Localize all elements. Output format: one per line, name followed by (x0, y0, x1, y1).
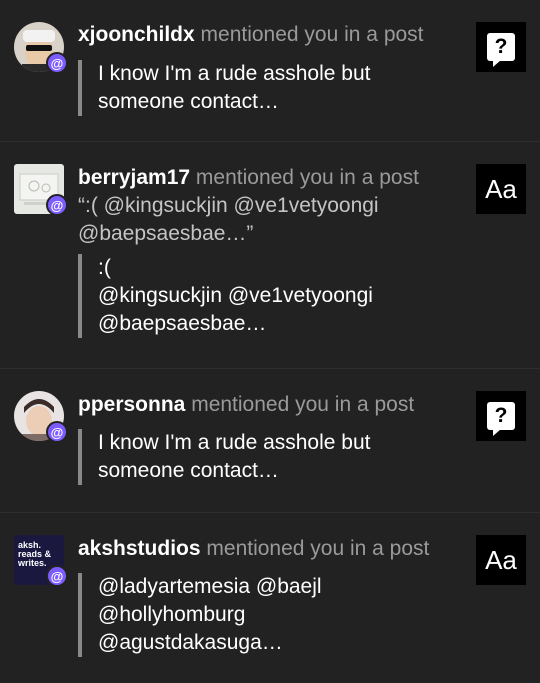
quote-line: @hollyhomburg (98, 603, 246, 626)
post-thumbnail[interactable]: Aa (476, 535, 526, 585)
quote-line: @kingsuckjin @ve1vetyoongi (98, 284, 373, 307)
quote-line: @agustdakasuga… (98, 631, 283, 654)
action-text: mentioned you in a post (191, 393, 415, 416)
quote-block[interactable]: @ladyartemesia @baejl @hollyhomburg @agu… (78, 573, 480, 657)
question-icon: ? (487, 33, 515, 67)
username-link[interactable]: xjoonchildx (78, 23, 195, 46)
post-thumbnail[interactable]: ? (476, 391, 526, 441)
post-snippet: “:( @kingsuckjin @ve1vetyoongi @baepsaes… (78, 194, 379, 245)
action-text: mentioned you in a post (206, 537, 430, 560)
activity-feed: @ xjoonchildx mentioned you in a post I … (0, 0, 540, 683)
question-icon: ? (487, 402, 515, 436)
notification-item[interactable]: @ ppersonna mentioned you in a post I kn… (0, 369, 540, 513)
quote-line: I know I'm a rude asshole but (98, 431, 371, 454)
quote-block[interactable]: I know I'm a rude asshole but someone co… (78, 60, 480, 116)
notification-item[interactable]: aksh. reads & writes. @ akshstudios ment… (0, 513, 540, 683)
notification-header: akshstudios mentioned you in a post (78, 535, 458, 563)
mention-badge-icon: @ (46, 565, 68, 587)
notification-item[interactable]: @ xjoonchildx mentioned you in a post I … (0, 0, 540, 142)
quote-block[interactable]: :( @kingsuckjin @ve1vetyoongi @baepsaesb… (78, 254, 480, 338)
notification-item[interactable]: @ berryjam17 mentioned you in a post “:(… (0, 142, 540, 369)
post-thumbnail[interactable]: Aa (476, 164, 526, 214)
quote-line: someone contact… (98, 90, 279, 113)
notification-header: berryjam17 mentioned you in a post (78, 164, 458, 192)
action-text: mentioned you in a post (195, 166, 419, 189)
quote-line: someone contact… (98, 459, 279, 482)
quote-line: I know I'm a rude asshole but (98, 62, 371, 85)
quote-block[interactable]: I know I'm a rude asshole but someone co… (78, 429, 480, 485)
mention-badge-icon: @ (46, 194, 68, 216)
quote-line: :( (98, 256, 111, 279)
post-thumbnail[interactable]: ? (476, 22, 526, 72)
action-text: mentioned you in a post (200, 23, 424, 46)
quote-line: @baepsaesbae… (98, 312, 267, 335)
avatar-logo: aksh. reads & writes. (18, 540, 52, 568)
text-post-icon: Aa (485, 544, 517, 575)
text-post-icon: Aa (485, 173, 517, 204)
mention-badge-icon: @ (46, 52, 68, 74)
username-link[interactable]: ppersonna (78, 393, 185, 416)
mention-badge-icon: @ (46, 421, 68, 443)
username-link[interactable]: akshstudios (78, 537, 201, 560)
notification-header: xjoonchildx mentioned you in a post (78, 21, 458, 49)
quote-line: @ladyartemesia @baejl (98, 575, 322, 598)
username-link[interactable]: berryjam17 (78, 166, 190, 189)
notification-header: ppersonna mentioned you in a post (78, 391, 458, 419)
